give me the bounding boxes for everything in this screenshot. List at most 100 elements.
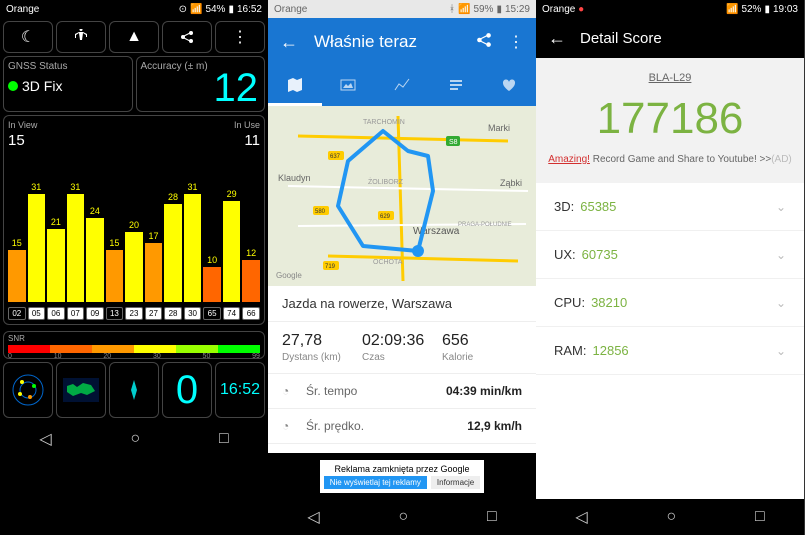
skyplot-button[interactable] xyxy=(3,362,53,418)
home-button[interactable]: ○ xyxy=(130,430,140,448)
satellites-card: In ViewIn Use 1511 153121312415201728311… xyxy=(3,115,265,325)
tab-graphs[interactable] xyxy=(375,66,429,106)
stat-label: Czas xyxy=(362,352,442,363)
route-map[interactable]: Marki TARCHOMIN Ząbki Klaudyn ŻOLIBORZ W… xyxy=(268,106,536,286)
promo-link[interactable]: Amazing! Record Game and Share to Youtub… xyxy=(536,154,804,165)
bar-snr-value: 29 xyxy=(223,189,241,199)
category-label: 3D: xyxy=(554,199,574,214)
android-navbar: ◁ ○ □ xyxy=(0,421,268,457)
home-button[interactable]: ○ xyxy=(398,508,408,526)
snr-bar xyxy=(47,229,65,303)
bar-snr-value: 31 xyxy=(184,182,202,192)
ad-stop-button[interactable]: Nie wyświetlaj tej reklamy xyxy=(324,476,427,489)
night-mode-button[interactable]: ☾ xyxy=(3,21,53,53)
battery-label: 59% xyxy=(473,4,493,15)
status-bar: Orange ᚼ 📶 59% ▮ 15:29 xyxy=(268,0,536,18)
tab-heart[interactable] xyxy=(482,66,536,106)
prn-badge: 23 xyxy=(125,307,143,320)
score-category[interactable]: UX:60735⌄ xyxy=(536,231,804,279)
score-category[interactable]: 3D: 65385⌄ xyxy=(536,183,804,231)
back-button[interactable]: ← xyxy=(548,28,566,49)
total-score: 177186 xyxy=(536,94,804,144)
bar-snr-value: 12 xyxy=(242,248,260,258)
signal-icon: 📶 xyxy=(458,4,470,15)
share-button[interactable] xyxy=(162,21,212,53)
status-bar: Orange ⊙ 📶 54% ▮ 16:52 xyxy=(0,0,268,18)
metric-label: Śr. prędko. xyxy=(306,419,467,433)
worldmap-button[interactable] xyxy=(56,362,106,418)
bar-snr-value: 10 xyxy=(203,255,221,265)
snr-label: SNR xyxy=(8,334,260,343)
gnss-status-card: GNSS Status 3D Fix xyxy=(3,56,133,112)
recent-button[interactable]: □ xyxy=(487,508,497,526)
pedestrian-button[interactable] xyxy=(56,21,106,53)
menu-button[interactable]: ⋮ xyxy=(508,32,524,52)
category-label: RAM: xyxy=(554,343,587,358)
prn-badge: 06 xyxy=(47,307,65,320)
metric-value: 12,9 km/h xyxy=(467,419,522,433)
ad-info-button[interactable]: Informacje xyxy=(431,476,480,489)
category-value: 65385 xyxy=(580,199,776,214)
compass-button[interactable] xyxy=(109,362,159,418)
rec-icon: ● xyxy=(578,4,584,15)
battery-icon: ▮ xyxy=(496,4,502,15)
clock-label: 16:52 xyxy=(237,4,262,15)
back-button[interactable]: ← xyxy=(280,32,298,53)
device-name[interactable]: BLA-L29 xyxy=(536,72,804,84)
stat-value: 27,78 xyxy=(282,332,362,350)
snr-bar xyxy=(223,201,241,303)
back-button[interactable]: ◁ xyxy=(575,507,587,527)
accuracy-value: 12 xyxy=(214,66,259,111)
prn-badge: 66 xyxy=(242,307,260,320)
app-header: ← Detail Score xyxy=(536,18,804,58)
navigate-button[interactable]: ▲ xyxy=(109,21,159,53)
snr-bar xyxy=(184,194,202,303)
snr-bar xyxy=(106,250,124,303)
stat-item: 656Kalorie xyxy=(442,332,522,363)
tab-laps[interactable] xyxy=(429,66,483,106)
tab-map[interactable] xyxy=(268,66,322,106)
svg-text:OCHOTA: OCHOTA xyxy=(373,259,403,266)
android-navbar: ◁ ○ □ xyxy=(268,499,536,535)
share-button[interactable] xyxy=(476,32,492,53)
snr-bar xyxy=(86,218,104,302)
tab-photos[interactable] xyxy=(322,66,376,106)
signal-icon: 📶 xyxy=(190,4,202,15)
home-button[interactable]: ○ xyxy=(666,508,676,526)
bluetooth-icon: ᚼ xyxy=(449,4,455,15)
category-label: CPU: xyxy=(554,295,585,310)
chevron-down-icon: ⌄ xyxy=(776,248,786,262)
ad-text: Reklama zamknięta przez Google xyxy=(324,464,481,474)
chevron-down-icon: ⌄ xyxy=(776,200,786,214)
carrier-label: Orange xyxy=(542,4,575,15)
back-button[interactable]: ◁ xyxy=(307,507,319,527)
metric-icon: ◔ xyxy=(282,419,306,433)
recent-button[interactable]: □ xyxy=(755,508,765,526)
snr-bar xyxy=(145,243,163,303)
svg-text:Marki: Marki xyxy=(488,123,510,133)
metric-value: 04:39 min/km xyxy=(446,384,522,398)
prn-badge: 02 xyxy=(8,307,26,320)
gnss-label: GNSS Status xyxy=(8,61,128,72)
prn-row: 02050607091323272830657466 xyxy=(8,307,260,320)
inview-value: 15 xyxy=(8,132,25,149)
metric-row[interactable]: ◔Śr. prędko.12,9 km/h xyxy=(268,409,536,444)
menu-button[interactable]: ⋮ xyxy=(215,21,265,53)
chevron-down-icon: ⌄ xyxy=(776,296,786,310)
bar-snr-value: 15 xyxy=(8,238,26,248)
score-category[interactable]: CPU: 38210⌄ xyxy=(536,279,804,327)
metric-row[interactable]: ◔Śr. tempo04:39 min/km xyxy=(268,374,536,409)
prn-badge: 27 xyxy=(145,307,163,320)
inuse-label: In Use xyxy=(234,120,260,130)
fix-indicator-icon xyxy=(8,81,18,91)
waypoint-count[interactable]: 0 xyxy=(162,362,212,418)
snr-bar xyxy=(242,260,260,302)
back-button[interactable]: ◁ xyxy=(39,429,51,449)
recent-button[interactable]: □ xyxy=(219,430,229,448)
time-display[interactable]: 16:52 xyxy=(215,362,265,418)
snr-bar xyxy=(164,204,182,302)
snr-bar xyxy=(8,250,26,303)
score-category[interactable]: RAM:12856⌄ xyxy=(536,327,804,375)
stat-value: 656 xyxy=(442,332,522,350)
category-value: 38210 xyxy=(591,295,776,310)
